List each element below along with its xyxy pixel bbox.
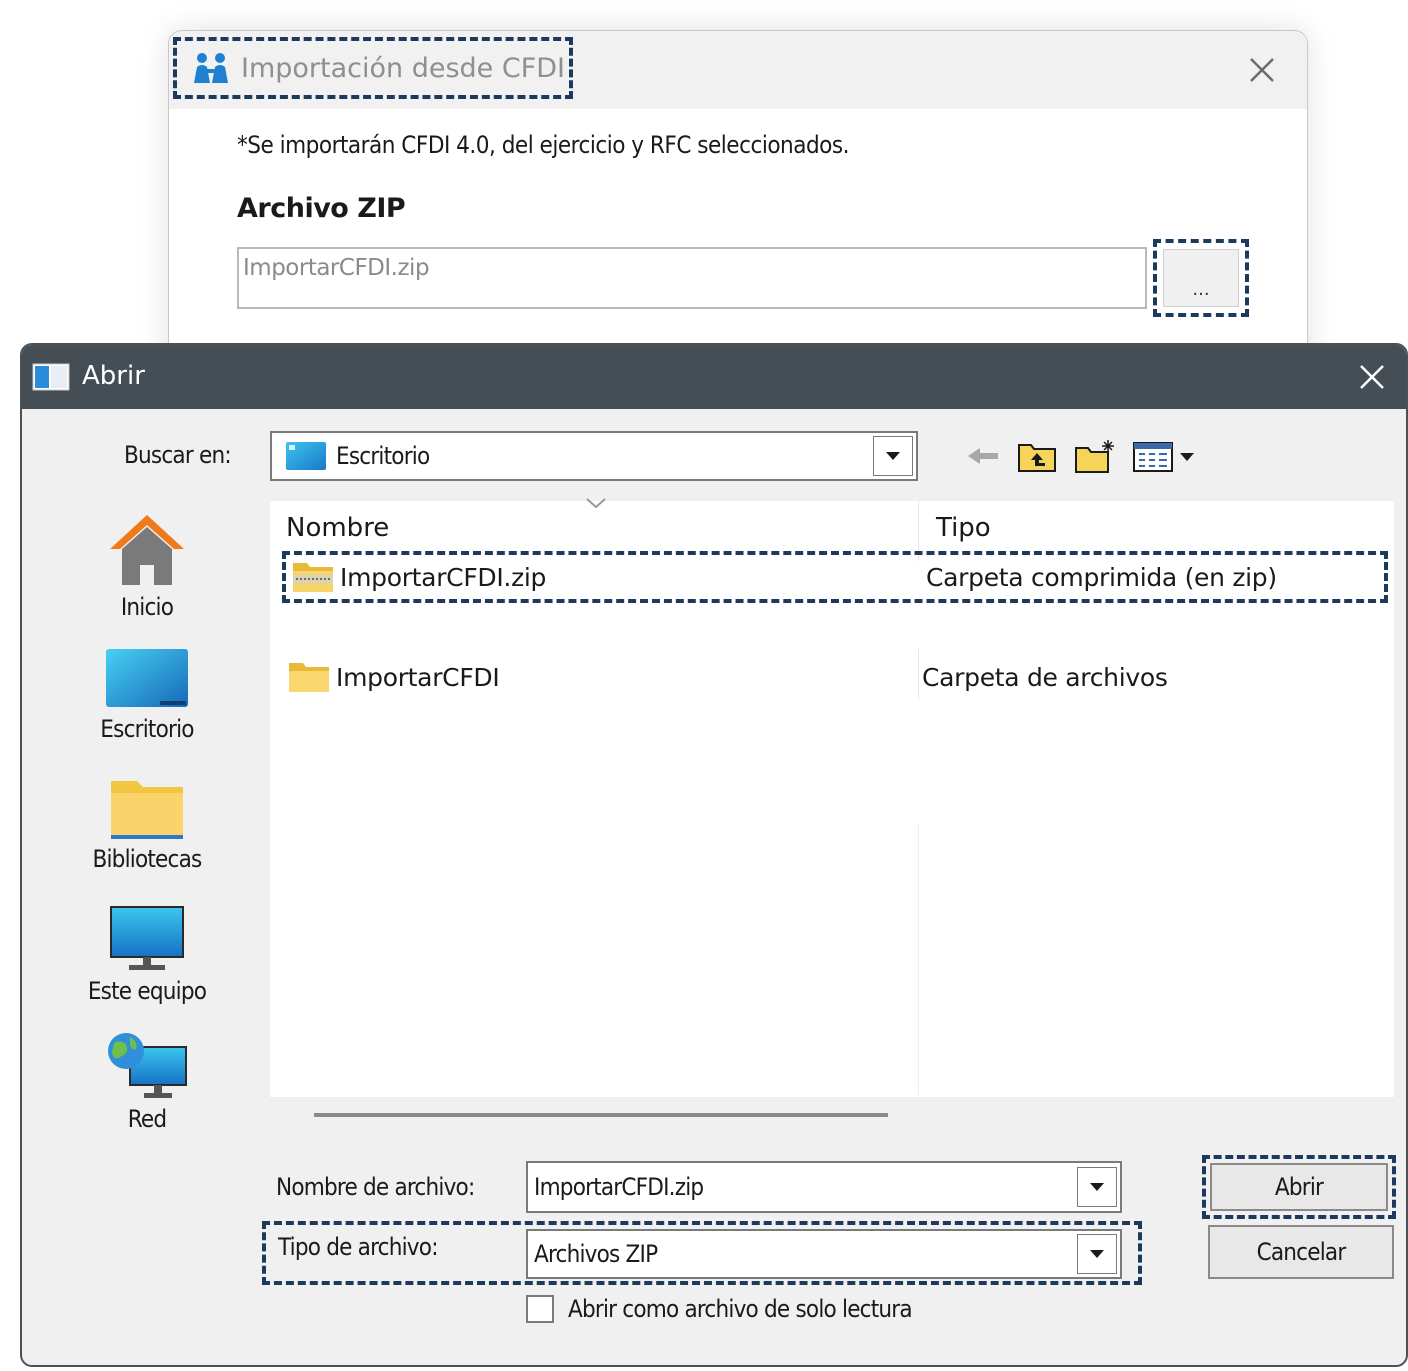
open-button-highlight: Abrir [1202,1155,1396,1219]
people-icon [191,51,231,85]
view-menu-icon[interactable] [1130,433,1200,479]
file-type-value: Archivos ZIP [534,1240,658,1268]
browse-button[interactable]: ... [1163,249,1239,307]
column-header-type[interactable]: Tipo [936,513,991,543]
close-icon[interactable] [1356,361,1388,393]
sidebar-item-label: Este equipo [87,977,207,1005]
import-note: *Se importarán CFDI 4.0, del ejercicio y… [237,131,849,159]
sidebar-item-este-equipo[interactable]: Este equipo [62,905,232,1005]
file-type: Carpeta de archivos [922,662,1168,692]
chevron-down-icon[interactable] [873,436,913,476]
sidebar-item-inicio[interactable]: Inicio [62,509,232,621]
horizontal-scrollbar[interactable] [314,1113,888,1117]
sidebar-item-bibliotecas[interactable]: Bibliotecas [62,775,232,873]
desktop-icon [62,645,232,715]
browse-button-highlight: ... [1153,239,1249,317]
zip-file-input[interactable]: ImportarCFDI.zip [237,247,1147,309]
sidebar-item-escritorio[interactable]: Escritorio [62,645,232,743]
sidebar-item-label: Red [127,1105,167,1133]
open-dialog-title: Abrir [82,361,145,391]
chevron-down-icon[interactable] [1077,1234,1117,1274]
import-dialog-title: Importación desde CFDI [241,52,565,84]
sort-chevron-icon [584,495,608,513]
computer-icon [62,905,232,977]
file-row-folder[interactable]: ImportarCFDI Carpeta de archivos [282,651,1388,703]
look-in-dropdown[interactable]: Escritorio [270,431,918,481]
import-dialog-titlebar: Importación desde CFDI [169,31,1307,109]
file-type: Carpeta comprimida (en zip) [926,562,1277,592]
column-divider [918,823,919,1095]
file-type-highlight: Tipo de archivo: Archivos ZIP [262,1221,1142,1285]
file-name-label: Nombre de archivo: [276,1173,475,1201]
libraries-folder-icon [62,775,232,845]
sidebar-item-red[interactable]: Red [62,1031,232,1133]
file-row-zip[interactable]: ImportarCFDI.zip Carpeta comprimida (en … [282,551,1388,603]
new-folder-icon[interactable] [1072,433,1118,479]
open-file-dialog: Abrir Buscar en: Escritorio Inicio Escri… [20,343,1408,1367]
zip-file-label: Archivo ZIP [237,193,406,224]
import-dialog-title-highlight: Importación desde CFDI [173,37,573,99]
file-list[interactable]: Nombre Tipo ImportarCFDI.zip Carpeta com… [270,498,1394,1097]
readonly-option[interactable]: Abrir como archivo de solo lectura [526,1295,913,1323]
readonly-checkbox[interactable] [526,1295,554,1323]
open-dialog-titlebar: Abrir [22,345,1406,409]
desktop-icon [286,442,326,470]
look-in-label: Buscar en: [124,441,232,469]
sidebar-item-label: Bibliotecas [92,845,202,873]
import-cfdi-dialog: Importación desde CFDI *Se importarán CF… [168,30,1308,370]
cancel-button-wrap: Cancelar [1208,1225,1394,1279]
sidebar-item-label: Inicio [120,593,174,621]
open-button[interactable]: Abrir [1210,1163,1388,1211]
column-header-name[interactable]: Nombre [286,513,389,543]
file-name: ImportarCFDI.zip [340,562,547,592]
close-icon[interactable] [1245,53,1279,87]
cancel-button[interactable]: Cancelar [1208,1225,1394,1279]
file-dialog-toolbar [960,433,1210,479]
home-icon [62,509,232,593]
network-icon [62,1031,232,1105]
file-name-value[interactable]: ImportarCFDI.zip [528,1173,1077,1201]
back-arrow-icon[interactable] [960,433,1006,479]
file-name: ImportarCFDI [336,662,500,692]
look-in-value: Escritorio [336,442,430,470]
file-type-dropdown[interactable]: Archivos ZIP [526,1229,1122,1279]
window-icon [32,363,70,391]
file-name-combobox[interactable]: ImportarCFDI.zip [526,1161,1122,1213]
sidebar-item-label: Escritorio [100,715,194,743]
readonly-label: Abrir como archivo de solo lectura [568,1295,913,1323]
chevron-down-icon[interactable] [1077,1167,1117,1207]
zip-folder-icon [292,561,334,593]
up-folder-icon[interactable] [1014,433,1060,479]
folder-icon [288,661,330,693]
file-type-label: Tipo de archivo: [278,1233,438,1261]
